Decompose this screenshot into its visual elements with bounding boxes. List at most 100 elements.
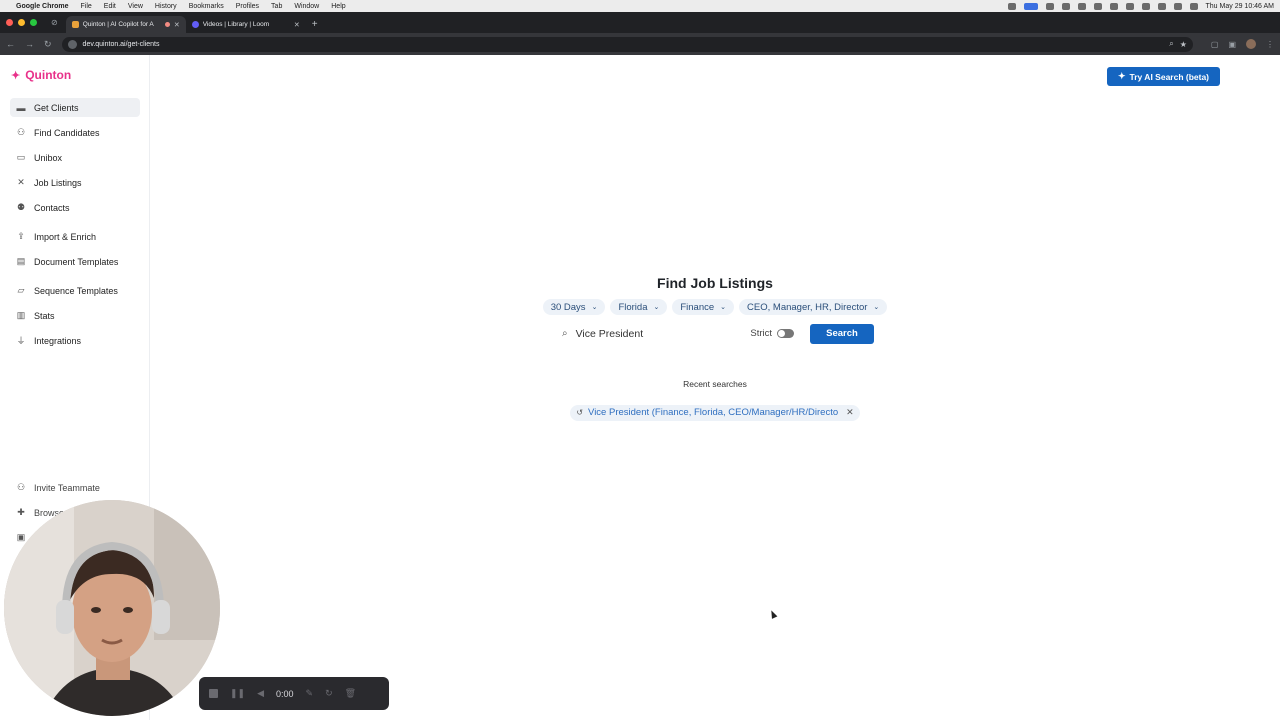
recording-controls: ❚❚ ◀ 0:00 ✎ ↻ 🗑 [199,677,389,710]
toggle-switch[interactable] [777,329,794,338]
filter-location[interactable]: Florida ⌄ [610,299,668,315]
sidebar-item-label: Unibox [34,152,63,163]
more-menu-icon[interactable]: ⋮ [1266,40,1274,49]
tab-loom[interactable]: Videos | Library | Loom ✕ [186,16,306,33]
filter-roles[interactable]: CEO, Manager, HR, Director ⌄ [739,299,888,315]
back-icon[interactable]: ← [6,39,15,49]
plug-icon: ⏚ [16,336,26,346]
stop-icon[interactable] [209,689,218,698]
recent-searches-label: Recent searches [683,379,747,389]
side-panel-icon[interactable]: ▣ [1228,40,1236,49]
zoom-window-button[interactable] [30,19,37,26]
sidebar-item-invite-teammate[interactable]: ⚇ Invite Teammate [10,478,140,497]
chevron-down-icon: ⌄ [873,304,880,311]
sidebar-item-integrations[interactable]: ⏚ Integrations [10,331,140,350]
window-controls [6,12,37,33]
moon-icon[interactable] [1109,2,1118,10]
strict-label: Strict [750,328,772,339]
menu-profiles[interactable]: Profiles [236,3,259,10]
bluetooth-icon[interactable] [1093,2,1102,10]
filter-label: 30 Days [550,301,586,313]
puzzle-icon: ✚ [17,507,25,517]
chevron-down-icon: ⌄ [720,304,727,311]
sidebar-item-import-enrich[interactable]: ⇪ Import & Enrich [10,227,140,246]
search-input-value[interactable]: Vice President [576,328,743,340]
sidebar-item-document-templates[interactable]: ▤ Document Templates [10,252,140,271]
try-ai-search-button[interactable]: ✦ Try AI Search (beta) [1107,67,1220,86]
profile-avatar[interactable] [1246,39,1256,49]
filter-chips: 30 Days ⌄ Florida ⌄ Finance ⌄ CEO, Manag… [535,299,895,315]
upload-icon: ⇪ [17,231,25,241]
redo-icon[interactable]: ↻ [325,688,333,699]
address-bar[interactable]: dev.quinton.ai/get-clients ⌕ ★ [61,36,1193,52]
person-search-icon: ⚇ [16,127,26,137]
search-button[interactable]: Search [810,323,874,344]
sidebar-item-label: Find Candidates [34,127,100,138]
cloud-icon[interactable] [1045,2,1054,10]
menu-file[interactable]: File [81,3,92,10]
trash-icon[interactable]: 🗑 [345,688,356,699]
mouse-cursor [768,609,778,619]
tab-search-icon[interactable]: ⊘ [51,12,58,33]
recent-search-item[interactable]: ↺ Vice President (Finance, Florida, CEO/… [570,404,860,421]
zoom-icon[interactable]: ⌕ [1169,39,1173,49]
sidebar-item-label: Job Listings [34,177,82,188]
search-icon[interactable] [1173,2,1182,10]
briefcase-icon: ▬ [16,102,26,113]
close-window-button[interactable] [6,19,13,26]
menu-bookmarks[interactable]: Bookmarks [189,3,224,10]
play-icon[interactable] [1125,2,1134,10]
sidebar-item-find-candidates[interactable]: ⚇ Find Candidates [10,123,140,142]
close-icon[interactable]: ✕ [846,407,854,418]
extensions-icon[interactable]: ▢ [1211,40,1219,49]
filter-date-range[interactable]: 30 Days ⌄ [542,299,606,315]
url-text[interactable]: dev.quinton.ai/get-clients [83,41,1164,48]
wifi-icon[interactable] [1157,2,1166,10]
chat-icon: ▱ [17,285,25,295]
sidebar-item-unibox[interactable]: ▭ Unibox [10,148,140,167]
tab-quinton[interactable]: Quinton | AI Copilot for A ✕ [65,16,186,33]
bar-chart-icon: ▥ [16,310,26,320]
menu-window[interactable]: Window [294,3,319,10]
minimize-window-button[interactable] [18,19,25,26]
sidebar-item-sequence-templates[interactable]: ▱ Sequence Templates [10,281,140,300]
extension-icon[interactable] [1061,2,1070,10]
control-center-icon[interactable] [1189,2,1198,10]
sidebar-item-job-listings[interactable]: ✕ Job Listings [10,173,140,192]
search-input[interactable]: ⌕ Vice President Strict [556,323,800,344]
battery-icon[interactable] [1141,2,1150,10]
screen-record-icon[interactable] [1023,2,1038,10]
bookmark-star-icon[interactable]: ★ [1180,40,1187,49]
filter-industry[interactable]: Finance ⌄ [672,299,735,315]
close-tab-icon[interactable]: ✕ [174,21,180,29]
draw-icon[interactable]: ✎ [306,688,314,699]
chevron-down-icon: ⌄ [653,304,660,311]
search-row: ⌕ Vice President Strict Search [535,323,895,344]
recent-search-label[interactable]: Vice President (Finance, Florida, CEO/Ma… [588,407,838,418]
forward-icon[interactable]: → [25,39,34,49]
restart-icon[interactable]: ◀ [257,688,264,699]
sidebar-item-get-clients[interactable]: ▬ Get Clients [10,98,140,117]
pause-icon[interactable]: ❚❚ [230,688,245,699]
brand-logo[interactable]: ✦ Quinton [11,68,71,82]
webcam-bubble[interactable] [4,500,220,716]
sidebar-item-contacts[interactable]: ⚉ Contacts [10,198,140,217]
close-tab-icon[interactable]: ✕ [294,21,300,29]
new-tab-button[interactable]: + [312,16,318,33]
reload-icon[interactable]: ↻ [44,39,52,50]
clock[interactable]: Thu May 29 10:46 AM [1206,3,1274,10]
sidebar-item-label: Invite Teammate [34,482,100,493]
site-info-icon[interactable] [67,39,77,49]
grid-icon[interactable] [1077,2,1086,10]
strict-toggle[interactable]: Strict [750,328,794,339]
menu-help[interactable]: Help [331,3,345,10]
browser-toolbar: ← → ↻ dev.quinton.ai/get-clients ⌕ ★ ▢ ▣… [0,33,1280,55]
menu-history[interactable]: History [155,3,177,10]
recording-indicator-icon [164,22,170,27]
sidebar-item-stats[interactable]: ▥ Stats [10,306,140,325]
menu-view[interactable]: View [128,3,143,10]
mic-icon[interactable] [1007,2,1016,10]
menu-tab[interactable]: Tab [271,3,282,10]
menu-edit[interactable]: Edit [104,3,116,10]
app-menu[interactable]: Google Chrome [16,3,69,10]
